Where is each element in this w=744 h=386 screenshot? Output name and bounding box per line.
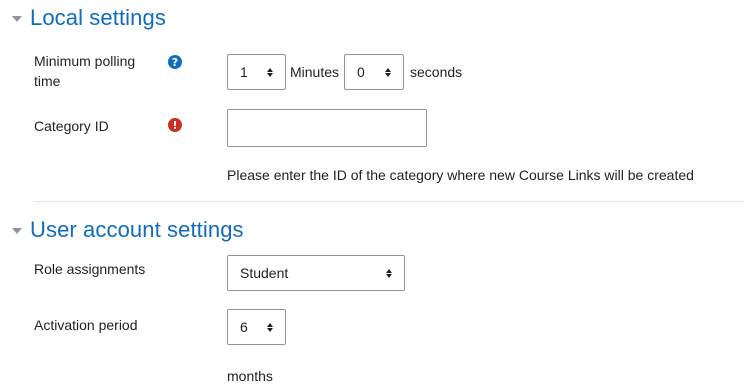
caret-down-icon xyxy=(12,228,22,234)
user-account-settings-header[interactable]: User account settings xyxy=(12,217,244,243)
activation-period-unit: months xyxy=(227,368,273,384)
caret-down-icon xyxy=(12,16,22,22)
select-caret-icon xyxy=(386,268,392,278)
role-assignments-value: Student xyxy=(240,265,289,281)
polling-seconds-value: 0 xyxy=(357,64,365,80)
category-id-label: Category ID xyxy=(34,118,109,134)
activation-period-value: 6 xyxy=(240,319,248,335)
question-circle-icon[interactable]: ? xyxy=(168,55,182,69)
seconds-unit-label: seconds xyxy=(410,64,463,80)
select-caret-icon xyxy=(385,67,391,77)
activation-period-label: Activation period xyxy=(34,317,138,333)
section-divider xyxy=(34,201,744,202)
polling-minutes-select[interactable]: 1 xyxy=(227,54,286,90)
min-polling-label: Minimum polling time xyxy=(34,53,136,89)
exclamation-circle-icon: ! xyxy=(168,118,182,132)
polling-seconds-select[interactable]: 0 xyxy=(344,54,404,90)
select-caret-icon xyxy=(267,67,273,77)
role-assignments-label: Role assignments xyxy=(34,261,146,277)
role-assignments-select[interactable]: Student xyxy=(227,255,405,291)
minutes-unit-label: Minutes xyxy=(290,64,340,80)
local-settings-header[interactable]: Local settings xyxy=(12,5,166,31)
category-id-input[interactable] xyxy=(227,109,427,147)
user-account-settings-title: User account settings xyxy=(30,217,244,242)
polling-minutes-value: 1 xyxy=(240,64,248,80)
activation-period-select[interactable]: 6 xyxy=(227,309,286,345)
select-caret-icon xyxy=(267,322,273,332)
local-settings-title: Local settings xyxy=(30,5,166,30)
category-id-description: Please enter the ID of the category wher… xyxy=(227,167,694,183)
